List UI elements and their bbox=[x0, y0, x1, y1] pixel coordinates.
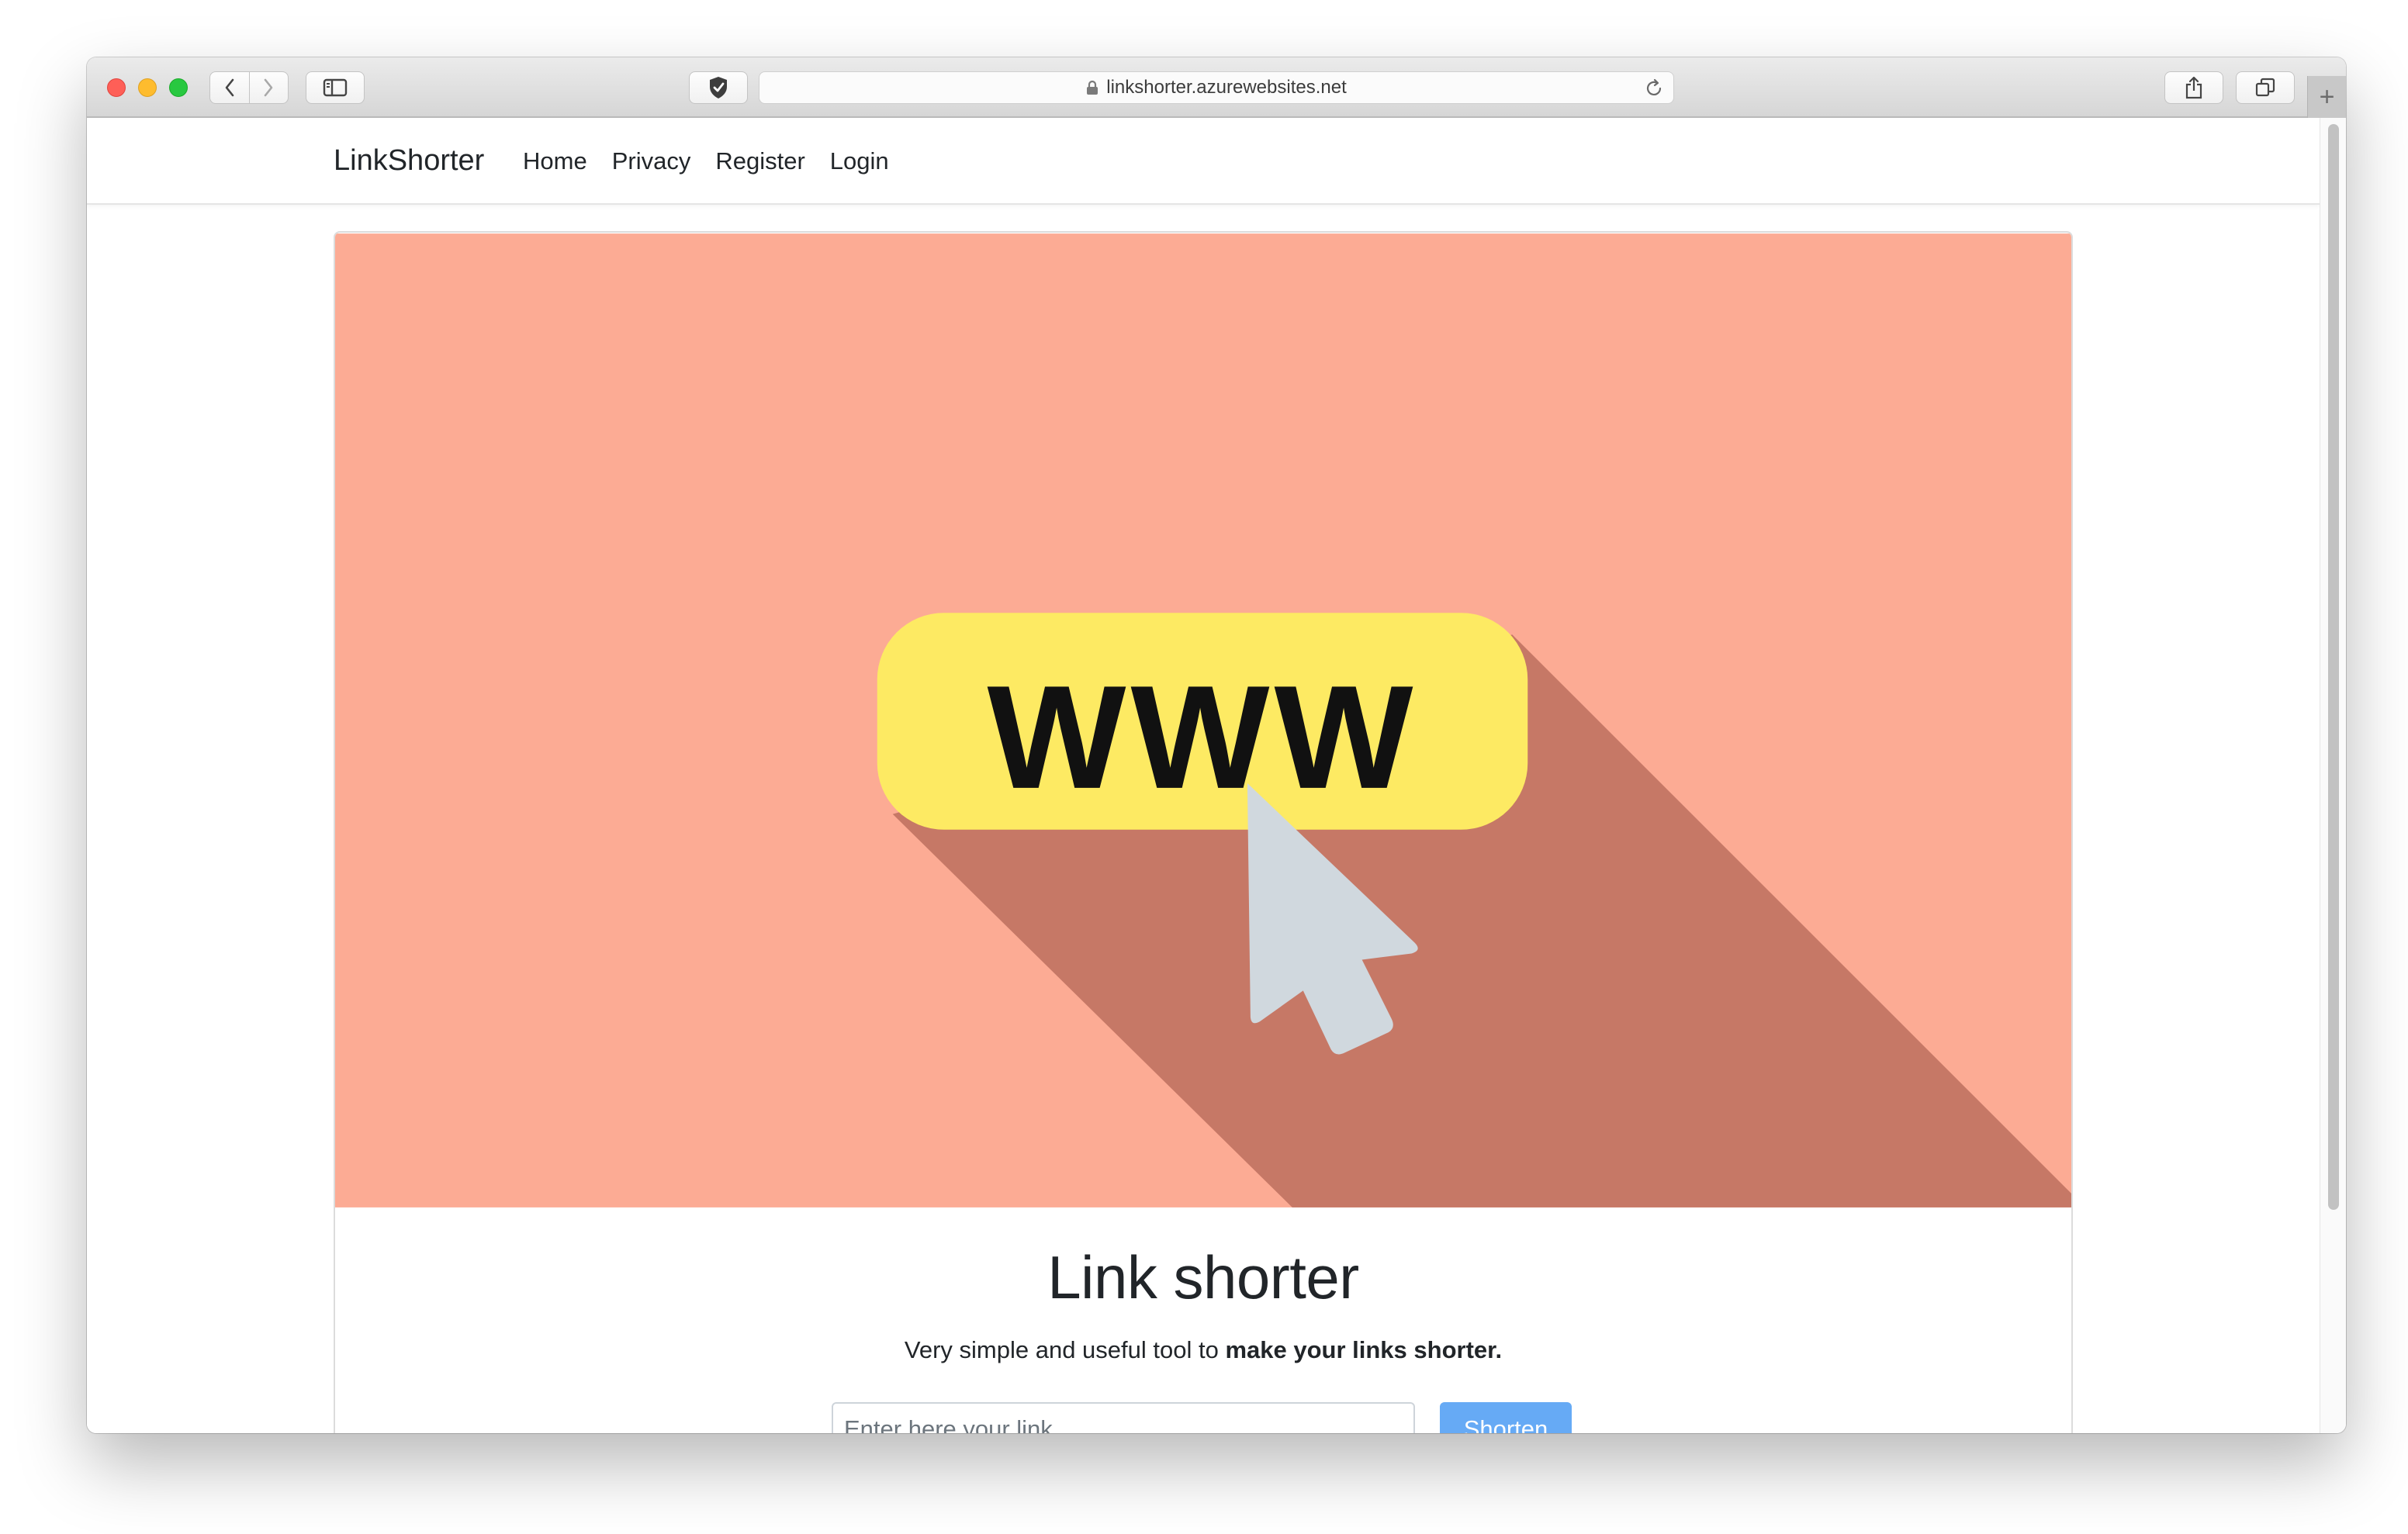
share-button[interactable] bbox=[2164, 71, 2223, 104]
forward-button[interactable] bbox=[248, 72, 289, 103]
page-scrollbar[interactable] bbox=[2320, 118, 2346, 1433]
shorten-form: Shorten bbox=[832, 1402, 1572, 1433]
nav-login-link[interactable]: Login bbox=[830, 147, 889, 175]
sidebar-icon bbox=[323, 78, 348, 97]
tabs-icon bbox=[2255, 78, 2275, 97]
browser-toolbar: linkshorter.azurewebsites.net + bbox=[87, 57, 2346, 118]
history-navigation bbox=[209, 71, 289, 104]
web-page: LinkShorter Home Privacy Register Login … bbox=[87, 118, 2320, 1433]
address-bar[interactable]: linkshorter.azurewebsites.net bbox=[759, 71, 1674, 104]
link-input[interactable] bbox=[832, 1402, 1415, 1433]
shorten-button[interactable]: Shorten bbox=[1440, 1402, 1572, 1433]
subtitle-bold: make your links shorter. bbox=[1225, 1336, 1503, 1363]
site-navbar: LinkShorter Home Privacy Register Login bbox=[87, 118, 2320, 205]
url-text: linkshorter.azurewebsites.net bbox=[1106, 77, 1347, 98]
new-tab-button[interactable]: + bbox=[2307, 76, 2346, 118]
tab-overview-button[interactable] bbox=[2236, 71, 2295, 104]
sidebar-toggle-button[interactable] bbox=[306, 71, 365, 104]
hero-illustration: WWW bbox=[335, 233, 2071, 1208]
minimize-window-button[interactable] bbox=[138, 78, 157, 97]
brand-link[interactable]: LinkShorter bbox=[334, 144, 484, 178]
browser-window: linkshorter.azurewebsites.net + LinkShor… bbox=[87, 57, 2346, 1433]
chevron-right-icon bbox=[264, 78, 273, 97]
nav-privacy-link[interactable]: Privacy bbox=[612, 147, 691, 175]
chevron-left-icon bbox=[225, 78, 234, 97]
page-subtitle: Very simple and useful tool to make your… bbox=[335, 1336, 2071, 1364]
close-window-button[interactable] bbox=[107, 78, 126, 97]
plus-icon: + bbox=[2319, 82, 2335, 112]
shield-icon bbox=[710, 77, 727, 98]
card-body: Link shorter Very simple and useful tool… bbox=[335, 1208, 2071, 1433]
share-icon bbox=[2185, 76, 2202, 99]
maximize-window-button[interactable] bbox=[169, 78, 188, 97]
main-card: WWW Link shorter Very simple and useful … bbox=[334, 231, 2073, 1433]
nav-links: Home Privacy Register Login bbox=[523, 147, 889, 175]
page-title: Link shorter bbox=[1047, 1243, 1359, 1311]
www-badge-text: WWW bbox=[988, 655, 1418, 820]
nav-home-link[interactable]: Home bbox=[523, 147, 587, 175]
scrollbar-thumb[interactable] bbox=[2328, 124, 2339, 1210]
nav-register-link[interactable]: Register bbox=[715, 147, 804, 175]
privacy-report-button[interactable] bbox=[689, 71, 748, 104]
reload-icon[interactable] bbox=[1644, 78, 1664, 104]
back-button[interactable] bbox=[210, 72, 249, 103]
lock-icon bbox=[1086, 80, 1098, 95]
subtitle-plain: Very simple and useful tool to bbox=[904, 1336, 1226, 1363]
